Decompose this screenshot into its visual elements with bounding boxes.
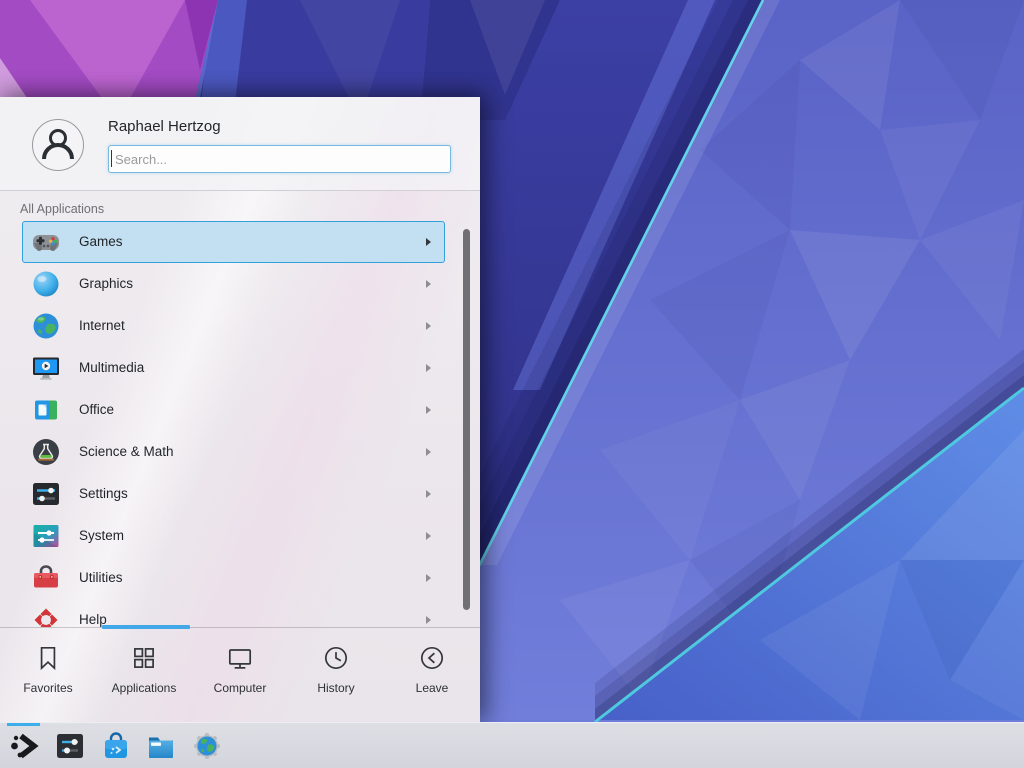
system-settings-launcher[interactable] xyxy=(54,730,86,762)
tab-applications[interactable]: Applications xyxy=(96,635,192,715)
active-tab-indicator xyxy=(102,625,190,629)
monitor-play-icon xyxy=(30,352,62,384)
sliders-dark-icon xyxy=(30,478,62,510)
application-launcher-button[interactable] xyxy=(8,730,40,762)
search-input[interactable] xyxy=(108,145,451,173)
category-games[interactable]: Games xyxy=(22,221,445,263)
taskbar-panel: ES 7:03 PM 4/24/21 xyxy=(0,722,1024,768)
launcher-header: Raphael Hertzog xyxy=(0,97,480,191)
list-scrollbar[interactable] xyxy=(463,229,470,610)
user-avatar[interactable] xyxy=(32,119,84,171)
globe-icon xyxy=(30,310,62,342)
launcher-tab-bar: Favorites Applications Computer xyxy=(0,635,480,715)
section-label: All Applications xyxy=(20,202,104,216)
sliders-gradient-icon xyxy=(30,520,62,552)
file-manager-launcher[interactable] xyxy=(145,730,177,762)
tab-leave[interactable]: Leave xyxy=(384,635,480,715)
tab-history[interactable]: History xyxy=(288,635,384,715)
category-help[interactable]: Help xyxy=(22,599,445,627)
application-launcher-menu: Raphael Hertzog All Applications Games xyxy=(0,97,480,722)
submenu-arrow-icon xyxy=(426,490,431,498)
category-science-math[interactable]: Science & Math xyxy=(22,431,445,473)
submenu-arrow-icon xyxy=(426,322,431,330)
computer-icon xyxy=(225,643,255,673)
footer-separator xyxy=(0,627,480,628)
category-settings[interactable]: Settings xyxy=(22,473,445,515)
kde-launcher-icon xyxy=(8,730,40,762)
web-browser-launcher[interactable] xyxy=(191,730,223,762)
submenu-arrow-icon xyxy=(426,364,431,372)
text-cursor xyxy=(111,150,112,167)
leave-icon xyxy=(417,643,447,673)
sphere-icon xyxy=(30,268,62,300)
submenu-arrow-icon xyxy=(426,616,431,624)
gamepad-icon xyxy=(30,226,62,258)
submenu-arrow-icon xyxy=(426,280,431,288)
office-documents-icon xyxy=(30,394,62,426)
category-system[interactable]: System xyxy=(22,515,445,557)
bookmark-icon xyxy=(33,643,63,673)
desktop: Raphael Hertzog All Applications Games xyxy=(0,0,1024,768)
software-bag-icon xyxy=(100,730,132,762)
submenu-arrow-icon xyxy=(426,574,431,582)
submenu-arrow-icon xyxy=(426,448,431,456)
system-settings-icon xyxy=(54,730,86,762)
category-internet[interactable]: Internet xyxy=(22,305,445,347)
active-task-indicator xyxy=(7,723,40,726)
submenu-arrow-icon xyxy=(426,238,431,246)
submenu-arrow-icon xyxy=(426,406,431,414)
tab-favorites[interactable]: Favorites xyxy=(0,635,96,715)
category-graphics[interactable]: Graphics xyxy=(22,263,445,305)
submenu-arrow-icon xyxy=(426,532,431,540)
lifebuoy-icon xyxy=(30,604,62,627)
category-office[interactable]: Office xyxy=(22,389,445,431)
discover-launcher[interactable] xyxy=(100,730,132,762)
category-multimedia[interactable]: Multimedia xyxy=(22,347,445,389)
flask-icon xyxy=(30,436,62,468)
clock-icon xyxy=(321,643,351,673)
category-utilities[interactable]: Utilities xyxy=(22,557,445,599)
user-name: Raphael Hertzog xyxy=(108,118,221,135)
app-grid-icon xyxy=(129,643,159,673)
tab-computer[interactable]: Computer xyxy=(192,635,288,715)
category-list: Games Graphics xyxy=(0,217,480,627)
toolbox-icon xyxy=(30,562,62,594)
folder-icon xyxy=(145,730,177,762)
globe-gear-icon xyxy=(191,730,223,762)
